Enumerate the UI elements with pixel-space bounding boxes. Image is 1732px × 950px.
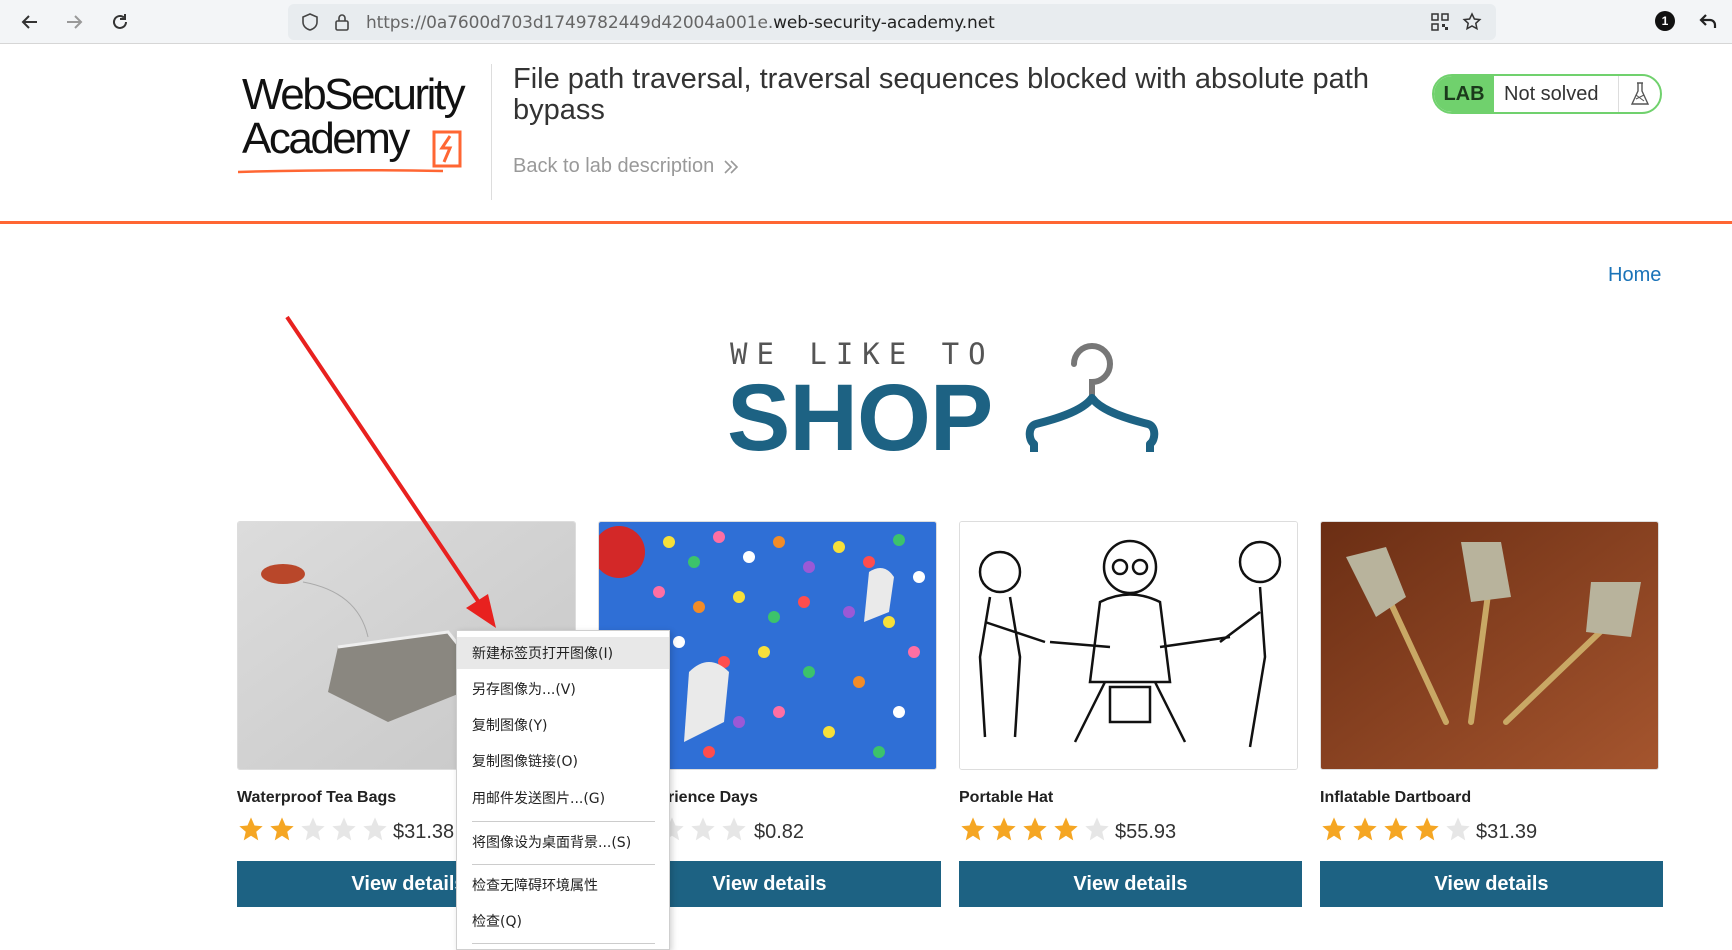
product-card: Portable Hat $55.93 View details <box>959 521 1302 907</box>
rating-stars <box>1320 815 1472 843</box>
lab-title: File path traversal, traversal sequences… <box>513 63 1369 126</box>
flask-icon <box>1618 76 1660 112</box>
context-menu: 新建标签页打开图像(I) 另存图像为...(V) 复制图像(Y) 复制图像链接(… <box>456 630 670 950</box>
product-name: rience Days <box>668 789 758 806</box>
star-empty-icon <box>1085 817 1109 841</box>
hero-title: SHOP <box>727 365 993 471</box>
product-name: Inflatable Dartboard <box>1320 789 1472 806</box>
product-image-dartboard[interactable] <box>1320 521 1659 770</box>
rating-stars <box>237 815 389 843</box>
star-filled-icon <box>239 817 263 841</box>
product-name: Portable Hat <box>959 789 1054 806</box>
reload-button[interactable] <box>104 6 136 38</box>
back-button[interactable] <box>14 6 46 38</box>
star-filled-icon <box>961 817 985 841</box>
product-name: Waterproof Tea Bags <box>237 789 397 806</box>
header-divider <box>491 64 492 200</box>
lab-status-widget: LAB Not solved <box>1432 74 1662 114</box>
star-empty-icon <box>722 817 746 841</box>
logo-bolt-icon <box>432 130 462 168</box>
star-filled-icon <box>1415 817 1439 841</box>
lab-status-text: Not solved <box>1504 82 1599 105</box>
qr-code-icon[interactable] <box>1430 12 1450 32</box>
menu-item-open-image-new-tab[interactable]: 新建标签页打开图像(I) <box>457 637 669 669</box>
product-price: $55.93 <box>1115 821 1177 843</box>
arrow-right-icon <box>67 15 83 29</box>
lab-header: WebSecurity Academy File path traversal,… <box>0 44 1732 224</box>
hanger-icon <box>1025 343 1159 452</box>
lock-icon[interactable] <box>332 12 352 32</box>
view-details-button[interactable]: View details <box>959 861 1302 907</box>
menu-separator <box>472 864 655 865</box>
star-filled-icon <box>1384 817 1408 841</box>
star-filled-icon <box>1322 817 1346 841</box>
star-filled-icon <box>1054 817 1078 841</box>
url-text: https://0a7600d703d1749782449d42004a001e… <box>366 13 995 33</box>
shield-icon[interactable] <box>300 12 320 32</box>
menu-item-inspect[interactable]: 检查(Q) <box>457 905 669 937</box>
arrow-left-icon <box>21 15 37 29</box>
star-filled-icon <box>992 817 1016 841</box>
extension-badge-icon[interactable]: 1 <box>1655 11 1675 31</box>
reload-icon <box>113 14 127 29</box>
star-filled-icon <box>270 817 294 841</box>
forward-button[interactable] <box>58 6 90 38</box>
product-image-portable-hat[interactable] <box>959 521 1298 770</box>
view-details-button[interactable]: View details <box>1320 861 1663 907</box>
star-bookmark-icon[interactable] <box>1462 12 1482 32</box>
menu-item-copy-image[interactable]: 复制图像(Y) <box>457 709 669 741</box>
menu-item-set-desktop-background[interactable]: 将图像设为桌面背景...(S) <box>457 826 669 858</box>
double-chevron-right-icon <box>724 159 739 174</box>
star-empty-icon <box>332 817 356 841</box>
back-to-lab-description-link[interactable]: Back to lab description <box>513 155 740 178</box>
menu-item-email-image[interactable]: 用邮件发送图片...(G) <box>457 782 669 814</box>
menu-item-inspect-accessibility[interactable]: 检查无障碍环境属性 <box>457 869 669 901</box>
home-link[interactable]: Home <box>1608 264 1661 287</box>
rating-stars <box>959 815 1111 843</box>
product-price: $0.82 <box>754 821 805 843</box>
undo-arrow-icon <box>1699 14 1717 28</box>
menu-separator <box>472 943 655 944</box>
browser-toolbar: https://0a7600d703d1749782449d42004a001e… <box>0 0 1732 44</box>
address-bar[interactable]: https://0a7600d703d1749782449d42004a001e… <box>288 4 1496 40</box>
web-security-academy-logo[interactable]: WebSecurity Academy <box>238 70 498 180</box>
menu-item-copy-image-link[interactable]: 复制图像链接(O) <box>457 745 669 777</box>
undo-button[interactable] <box>1692 6 1724 38</box>
rating-stars <box>658 815 748 843</box>
star-empty-icon <box>1446 817 1470 841</box>
lab-badge: LAB <box>1434 76 1494 112</box>
menu-separator <box>472 821 655 822</box>
product-price: $31.38 <box>393 821 455 843</box>
star-filled-icon <box>1353 817 1377 841</box>
logo-underline <box>238 168 444 174</box>
star-filled-icon <box>1023 817 1047 841</box>
star-empty-icon <box>363 817 387 841</box>
product-price: $31.39 <box>1476 821 1538 843</box>
menu-item-save-image-as[interactable]: 另存图像为...(V) <box>457 673 669 705</box>
star-empty-icon <box>691 817 715 841</box>
product-card: Inflatable Dartboard $31.39 View details <box>1320 521 1663 907</box>
star-empty-icon <box>301 817 325 841</box>
